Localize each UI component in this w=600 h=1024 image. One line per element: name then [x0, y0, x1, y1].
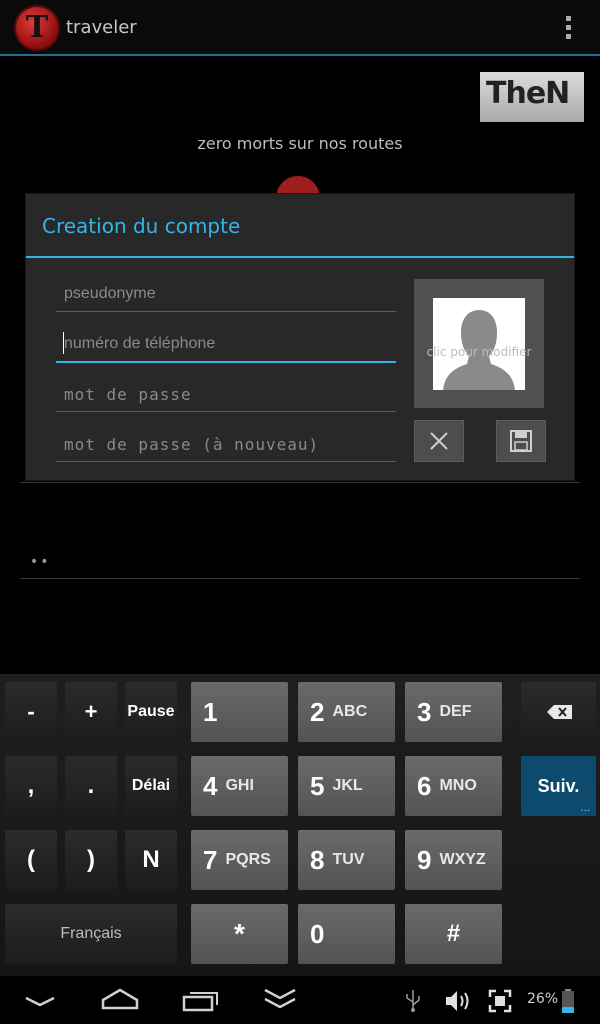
key-label: Français — [60, 925, 122, 942]
battery-level — [562, 1007, 574, 1013]
app-logo-icon[interactable]: T — [16, 7, 58, 49]
key-label: Pause — [127, 703, 175, 720]
banner-image: TheN — [480, 72, 584, 122]
key-digit: 2 — [310, 696, 325, 727]
key-9[interactable]: 9 WXYZ — [405, 830, 502, 890]
cancel-button[interactable] — [414, 420, 464, 462]
key-plus[interactable]: + — [65, 682, 117, 742]
account-creation-dialog: Creation du compte clic pour modifier — [26, 194, 574, 480]
pseudonym-input[interactable] — [64, 281, 389, 307]
key-close-paren[interactable]: ) — [65, 830, 117, 890]
key-digit: 0 — [310, 918, 325, 949]
key-label: - — [27, 699, 35, 724]
key-wait[interactable]: Délai — [125, 756, 177, 816]
key-digit: 8 — [310, 844, 325, 875]
numeric-keyboard: - + Pause , . Délai ( ) N Français 1 2 AB… — [0, 674, 600, 976]
key-7[interactable]: 7 PQRS — [191, 830, 288, 890]
app-logo-letter: T — [25, 10, 49, 45]
dialog-title-divider — [26, 256, 574, 258]
volume-icon[interactable] — [444, 989, 472, 1013]
key-letters: DEF — [439, 703, 472, 720]
key-hash[interactable]: # — [405, 904, 502, 964]
key-pause[interactable]: Pause — [125, 682, 177, 742]
usb-icon — [406, 990, 420, 1012]
key-letters: WXYZ — [439, 851, 486, 868]
key-letters: GHI — [225, 777, 254, 794]
pseudonym-field — [56, 279, 396, 312]
key-n[interactable]: N — [125, 830, 177, 890]
key-digit: 5 — [310, 770, 325, 801]
banner-text: TheN — [486, 76, 570, 111]
key-letters: PQRS — [225, 851, 271, 868]
key-digit: 7 — [203, 844, 218, 875]
key-open-paren[interactable]: ( — [5, 830, 57, 890]
key-digit: * — [234, 918, 245, 949]
text-cursor — [63, 332, 64, 354]
photo-caption: clic pour modifier — [426, 345, 532, 359]
key-letters: JKL — [332, 777, 363, 794]
key-digit: 6 — [417, 770, 432, 801]
password-input[interactable] — [64, 381, 389, 407]
key-minus[interactable]: - — [5, 682, 57, 742]
action-bar-divider — [0, 54, 600, 56]
save-button[interactable] — [496, 420, 546, 462]
password-confirm-field — [56, 429, 396, 462]
key-letters: ABC — [332, 703, 368, 720]
next-key-dots: ... — [580, 803, 590, 814]
key-label: Délai — [131, 777, 171, 794]
key-period[interactable]: . — [65, 756, 117, 816]
key-digit: 9 — [417, 844, 432, 875]
key-label: . — [87, 772, 95, 799]
hide-keyboard-icon[interactable] — [262, 986, 298, 1012]
key-digit: 3 — [417, 696, 432, 727]
back-icon[interactable] — [22, 990, 58, 1012]
background-field-underline — [20, 482, 580, 483]
phone-input[interactable] — [64, 331, 389, 357]
key-backspace[interactable] — [521, 682, 596, 742]
key-letters: MNO — [439, 777, 477, 794]
background-password-field[interactable]: •• — [30, 554, 51, 570]
key-5[interactable]: 5 JKL — [298, 756, 395, 816]
battery-icon — [562, 989, 574, 1013]
profile-photo-button[interactable]: clic pour modifier — [414, 279, 544, 408]
key-letters: TUV — [332, 851, 365, 868]
key-star[interactable]: * — [191, 904, 288, 964]
password-field — [56, 379, 396, 412]
key-label: + — [84, 699, 98, 724]
key-0[interactable]: 0 — [298, 904, 395, 964]
navigation-bar — [0, 976, 600, 1024]
save-icon — [510, 430, 532, 452]
key-label: N — [142, 846, 160, 873]
dialog-title: Creation du compte — [42, 214, 241, 238]
password-confirm-input[interactable] — [64, 431, 389, 457]
key-label: , — [27, 772, 35, 799]
key-2[interactable]: 2 ABC — [298, 682, 395, 742]
battery-percent: 26% — [527, 991, 559, 1007]
key-8[interactable]: 8 TUV — [298, 830, 395, 890]
key-language[interactable]: Français — [5, 904, 177, 964]
overflow-menu-icon[interactable] — [560, 14, 576, 42]
key-6[interactable]: 6 MNO — [405, 756, 502, 816]
key-label: ( — [27, 846, 35, 873]
key-digit: 1 — [203, 696, 218, 727]
backspace-icon — [547, 705, 572, 719]
home-icon[interactable] — [100, 986, 140, 1012]
next-key[interactable]: Suiv. ... — [521, 756, 596, 816]
close-icon — [430, 432, 448, 450]
app-title: traveler — [66, 17, 137, 38]
key-comma[interactable]: , — [5, 756, 57, 816]
phone-field — [56, 329, 396, 363]
screenshot-icon[interactable] — [488, 989, 512, 1013]
key-digit: 4 — [203, 770, 218, 801]
avatar-placeholder-icon — [433, 298, 525, 390]
key-label: ) — [87, 846, 95, 873]
key-3[interactable]: 3 DEF — [405, 682, 502, 742]
background-field-underline — [20, 578, 580, 579]
recents-icon[interactable] — [182, 988, 220, 1012]
key-digit: # — [446, 920, 461, 947]
key-4[interactable]: 4 GHI — [191, 756, 288, 816]
key-1[interactable]: 1 — [191, 682, 288, 742]
tagline: zero morts sur nos routes — [197, 134, 403, 153]
